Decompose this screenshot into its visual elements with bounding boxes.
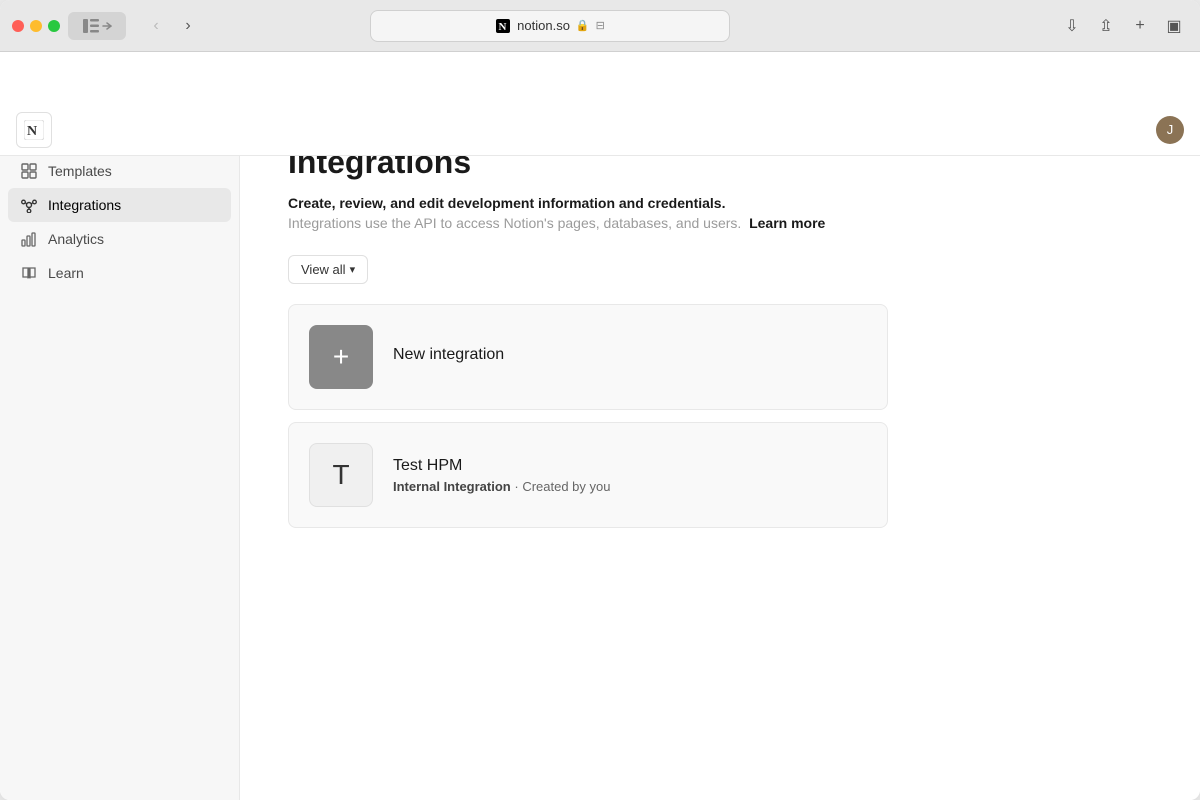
main-content: Integrations Create, review, and edit de… [240, 104, 1200, 800]
favicon-icon: N [495, 18, 511, 34]
sidebar: Profile Templates [0, 104, 240, 800]
test-hpm-icon: T [309, 443, 373, 507]
sidebar-item-analytics[interactable]: Analytics [8, 222, 231, 256]
learn-more-link[interactable]: Learn more [749, 215, 825, 231]
forward-button[interactable]: › [174, 12, 202, 40]
share-button[interactable]: ⇫ [1092, 12, 1120, 40]
app-content: N J Profile [0, 52, 1200, 800]
app-bar: N J [0, 104, 1200, 156]
page-description: Create, review, and edit development inf… [288, 195, 1152, 211]
address-text: notion.so [517, 18, 570, 33]
download-button[interactable]: ⇩ [1058, 12, 1086, 40]
sidebar-item-learn[interactable]: Learn [8, 256, 231, 290]
minimize-button[interactable] [30, 20, 42, 32]
new-integration-icon: + [309, 325, 373, 389]
browser-actions: ⇩ ⇫ + ▣ [1058, 12, 1188, 40]
sidebar-item-templates[interactable]: Templates [8, 154, 231, 188]
svg-text:N: N [27, 124, 37, 139]
chevron-down-icon: ▾ [350, 263, 356, 276]
page-subdescription: Integrations use the API to access Notio… [288, 215, 1152, 231]
svg-text:N: N [499, 21, 507, 33]
sidebar-label-templates: Templates [48, 163, 112, 179]
new-integration-card[interactable]: + New integration [288, 304, 888, 410]
new-integration-name: New integration [393, 346, 867, 364]
test-hpm-name: Test HPM [393, 457, 867, 475]
nav-arrows: ‹ › [142, 12, 202, 40]
browser-chrome: ‹ › N notion.so 🔒 ⊟ ⇩ ⇫ + ▣ [0, 0, 1200, 52]
close-button[interactable] [12, 20, 24, 32]
back-button[interactable]: ‹ [142, 12, 170, 40]
chart-icon [20, 230, 38, 248]
notion-logo[interactable]: N [16, 112, 52, 148]
test-hpm-info: Test HPM Internal Integration · Created … [393, 457, 867, 494]
test-hpm-letter: T [332, 459, 349, 491]
lock-icon: 🔒 [576, 19, 590, 32]
view-all-button[interactable]: View all ▾ [288, 255, 368, 284]
test-hpm-meta: Internal Integration · Created by you [393, 479, 867, 494]
maximize-button[interactable] [48, 20, 60, 32]
plus-icon: + [333, 343, 349, 371]
sidebar-label-learn: Learn [48, 265, 84, 281]
test-hpm-card[interactable]: T Test HPM Internal Integration · Create… [288, 422, 888, 528]
new-tab-button[interactable]: + [1126, 12, 1154, 40]
main-layout: Profile Templates [0, 104, 1200, 800]
grid-icon [20, 162, 38, 180]
sidebar-label-analytics: Analytics [48, 231, 104, 247]
user-avatar[interactable]: J [1156, 116, 1184, 144]
nodes-icon [20, 196, 38, 214]
new-integration-info: New integration [393, 346, 867, 368]
sidebar-item-integrations[interactable]: Integrations [8, 188, 231, 222]
traffic-lights [12, 20, 60, 32]
duplicate-button[interactable]: ▣ [1160, 12, 1188, 40]
reader-mode-btn[interactable]: ⊟ [596, 19, 605, 32]
address-bar[interactable]: N notion.so 🔒 ⊟ [370, 10, 730, 42]
sidebar-toggle-button[interactable] [68, 12, 126, 40]
book-icon [20, 264, 38, 282]
sidebar-label-integrations: Integrations [48, 197, 121, 213]
